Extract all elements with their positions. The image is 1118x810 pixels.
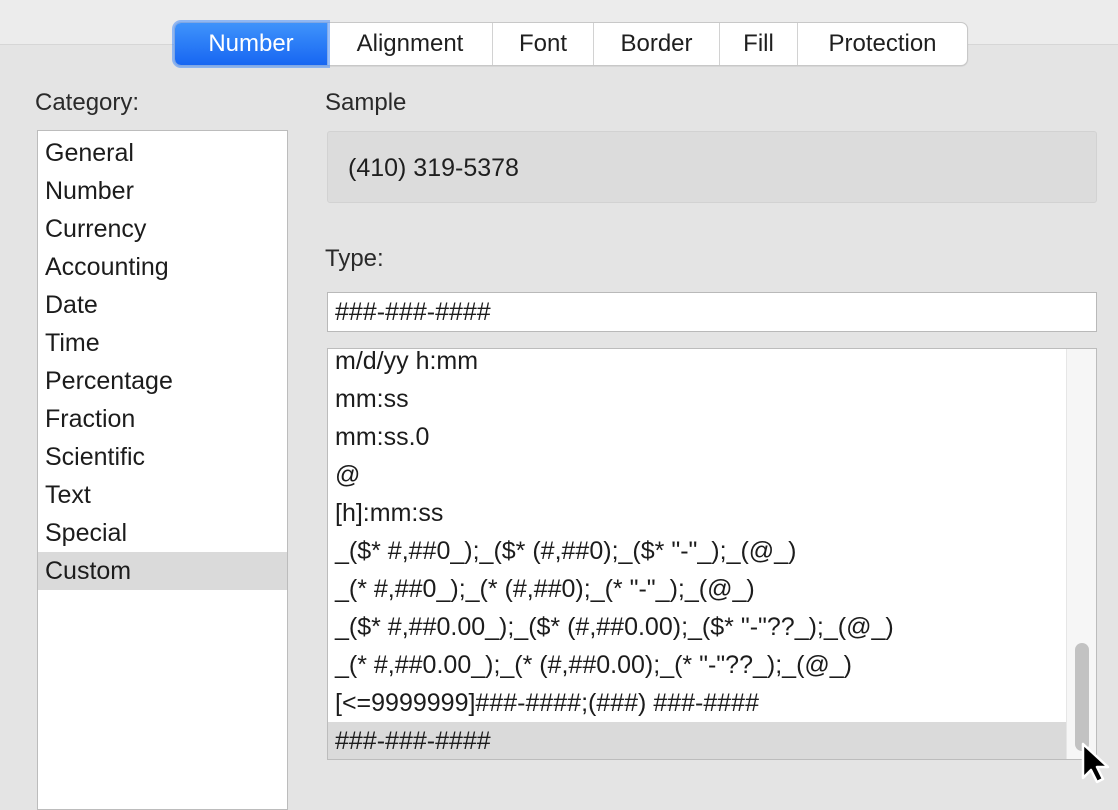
tab-bar: Number Alignment Font Border Fill Protec… [174, 22, 968, 66]
format-code-item[interactable]: m/d/yy h:mm [328, 349, 1068, 380]
type-input[interactable] [327, 292, 1097, 332]
sample-preview: (410) 319-5378 [327, 131, 1097, 203]
category-item-general[interactable]: General [38, 134, 287, 172]
category-item-text[interactable]: Text [38, 476, 287, 514]
sample-label: Sample [325, 89, 407, 116]
format-code-item[interactable]: [<=9999999]###-####;(###) ###-#### [328, 684, 1068, 722]
category-item-percentage[interactable]: Percentage [38, 362, 287, 400]
format-code-item[interactable]: mm:ss.0 [328, 418, 1068, 456]
sample-value: (410) 319-5378 [348, 154, 519, 182]
format-code-item[interactable]: mm:ss [328, 380, 1068, 418]
format-code-item[interactable]: _($* #,##0_);_($* (#,##0);_($* "-"_);_(@… [328, 532, 1068, 570]
tab-fill[interactable]: Fill [719, 23, 797, 65]
category-item-date[interactable]: Date [38, 286, 287, 324]
category-item-accounting[interactable]: Accounting [38, 248, 287, 286]
format-code-item[interactable]: _($* #,##0.00_);_($* (#,##0.00);_($* "-"… [328, 608, 1068, 646]
tab-number[interactable]: Number [175, 23, 327, 65]
format-code-item[interactable]: [h]:mm:ss [328, 494, 1068, 532]
format-code-item[interactable]: @ [328, 456, 1068, 494]
tab-font[interactable]: Font [492, 23, 593, 65]
tab-border[interactable]: Border [593, 23, 719, 65]
category-item-custom[interactable]: Custom [38, 552, 287, 590]
category-item-scientific[interactable]: Scientific [38, 438, 287, 476]
category-item-special[interactable]: Special [38, 514, 287, 552]
category-item-time[interactable]: Time [38, 324, 287, 362]
category-list[interactable]: General Number Currency Accounting Date Time P… [37, 130, 288, 810]
category-item-currency[interactable]: Currency [38, 210, 287, 248]
tab-protection[interactable]: Protection [797, 23, 967, 65]
format-code-item[interactable]: ###-###-#### [328, 722, 1068, 759]
category-label: Category: [35, 89, 140, 116]
category-item-number[interactable]: Number [38, 172, 287, 210]
scrollbar-thumb[interactable] [1075, 643, 1089, 751]
format-list-scrollbar[interactable] [1066, 349, 1096, 759]
type-label: Type: [325, 245, 384, 272]
format-code-list[interactable]: m/d/yy h:mm mm:ss mm:ss.0 @ [h]:mm:ss _($* #,… [327, 348, 1097, 760]
format-code-item[interactable]: _(* #,##0.00_);_(* (#,##0.00);_(* "-"??_… [328, 646, 1068, 684]
arrow-cursor-icon [1081, 742, 1110, 784]
category-item-fraction[interactable]: Fraction [38, 400, 287, 438]
format-code-item[interactable]: _(* #,##0_);_(* (#,##0);_(* "-"_);_(@_) [328, 570, 1068, 608]
tab-alignment[interactable]: Alignment [327, 23, 492, 65]
